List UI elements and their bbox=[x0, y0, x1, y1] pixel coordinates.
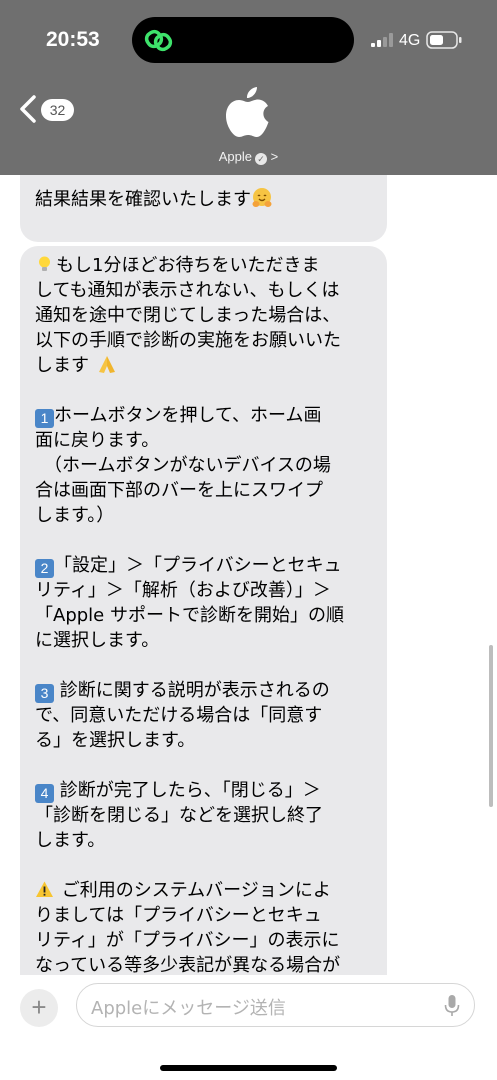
message-line: リティ」＞「解析（および改善）」＞ bbox=[35, 580, 331, 601]
message-input[interactable]: Appleにメッセージ送信 bbox=[76, 983, 475, 1027]
message-line: します。 bbox=[35, 830, 106, 851]
message-line: しても通知が表示されない、もしくは bbox=[35, 280, 340, 301]
home-indicator[interactable] bbox=[160, 1065, 337, 1071]
message-line: リティ」が「プライバシー」の表示に bbox=[35, 930, 340, 951]
message-line: 「Apple サポートで診断を開始」の順 bbox=[35, 605, 344, 626]
keycap-1-icon: 1 bbox=[35, 409, 54, 428]
status-time: 20:53 bbox=[46, 28, 100, 51]
warning-icon bbox=[36, 881, 53, 897]
message-line: 合は画面下部のバーを上にスワイプ bbox=[35, 480, 323, 501]
contact-chevron-icon: > bbox=[270, 149, 279, 164]
message-line: 面に戻ります。 bbox=[35, 430, 160, 451]
message-line: 以下の手順で診断の実施をお願いいた bbox=[35, 330, 341, 351]
verified-badge-icon: ✓ bbox=[255, 153, 268, 165]
message-line: りましては「プライバシーとセキュ bbox=[35, 905, 322, 926]
hugging-face-emoji-icon bbox=[252, 188, 272, 207]
back-chevron-icon[interactable] bbox=[18, 94, 38, 124]
link-activity-icon bbox=[144, 29, 173, 52]
message-line: 結果結果を確認いたします bbox=[35, 187, 275, 212]
message-composer: + Appleにメッセージ送信 bbox=[0, 975, 497, 1080]
lightbulb-icon bbox=[39, 256, 50, 271]
message-line: 1 ホームボタンを押して、ホーム画 bbox=[35, 403, 387, 428]
message-line: 2 「設定」＞「プライバシーとセキュ bbox=[35, 553, 387, 578]
keycap-3-icon: 3 bbox=[35, 684, 54, 703]
network-type: 4G bbox=[399, 32, 421, 49]
message-line: 「診断を閉じる」などを選択し終了 bbox=[35, 805, 323, 826]
microphone-icon[interactable] bbox=[444, 994, 460, 1018]
apple-logo-icon[interactable] bbox=[224, 84, 272, 140]
chat-header: 20:53 4G 32 Apple ✓ > bbox=[0, 0, 497, 175]
add-attachment-button[interactable]: + bbox=[20, 989, 58, 1027]
message-line: 3 診断に関する説明が表示されるの bbox=[35, 678, 387, 703]
message-line: （ホームボタンがないデバイスの場 bbox=[35, 455, 331, 476]
message-bubble[interactable]: もし1分ほどお待ちをいただきま しても通知が表示されない、もしくは 通知を途中で… bbox=[20, 246, 387, 1006]
message-line: に選択します。 bbox=[35, 630, 160, 651]
dynamic-island bbox=[132, 17, 354, 63]
unread-count-badge[interactable]: 32 bbox=[41, 99, 74, 121]
battery-icon bbox=[426, 31, 462, 49]
message-input-placeholder: Appleにメッセージ送信 bbox=[91, 998, 286, 1019]
message-line: します。） bbox=[35, 505, 115, 526]
keycap-2-icon: 2 bbox=[35, 559, 54, 578]
message-line: 4 診断が完了したら、「閉じる」＞ bbox=[35, 778, 387, 803]
message-line: もし1分ほどお待ちをいただきま bbox=[35, 253, 387, 278]
contact-name: Apple bbox=[218, 149, 253, 164]
folded-hands-emoji-icon bbox=[98, 356, 115, 373]
message-line: る」を選択します。 bbox=[35, 730, 196, 751]
message-line: 通知を途中で閉じてしまった場合は、 bbox=[35, 305, 341, 326]
scroll-indicator[interactable] bbox=[489, 645, 493, 807]
keycap-4-icon: 4 bbox=[35, 784, 54, 803]
cellular-signal-icon bbox=[371, 33, 393, 47]
message-line: します bbox=[35, 353, 387, 378]
message-line: で、同意いただける場合は「同意す bbox=[35, 705, 323, 726]
message-line: ご利用のシステムバージョンによ bbox=[35, 878, 387, 903]
contact-name-row[interactable]: Apple ✓ > bbox=[0, 149, 497, 165]
